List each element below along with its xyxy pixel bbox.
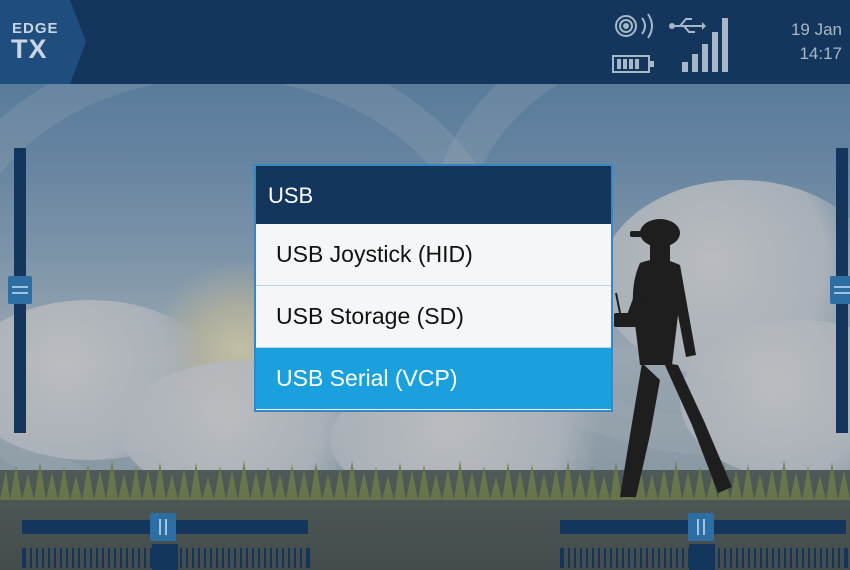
trim-grip-icon — [159, 519, 167, 535]
trim-grip-icon — [12, 286, 28, 294]
right-trim-knob[interactable] — [830, 276, 850, 304]
menu-item-usb-serial[interactable]: USB Serial (VCP) — [256, 348, 611, 409]
bottom-right-trim-knob[interactable] — [688, 513, 714, 541]
signal-strength-icon — [682, 18, 728, 72]
edgetx-logo-button[interactable]: EDGE TX — [0, 0, 90, 84]
battery-icon — [612, 55, 654, 73]
bottom-left-slider-knob[interactable] — [152, 544, 178, 570]
bottom-right-slider-knob[interactable] — [689, 544, 715, 570]
menu-item-usb-storage[interactable]: USB Storage (SD) — [256, 286, 611, 348]
menu-item-usb-joystick[interactable]: USB Joystick (HID) — [256, 224, 611, 286]
time-label: 14:17 — [799, 44, 842, 63]
popup-title: USB — [256, 166, 611, 224]
usb-mode-popup: USB USB Joystick (HID) USB Storage (SD) … — [254, 164, 613, 412]
trim-grip-icon — [834, 286, 850, 294]
trim-grip-icon — [697, 519, 705, 535]
left-trim-knob[interactable] — [8, 276, 32, 304]
radio-signal-icon — [615, 13, 653, 39]
logo-text-bottom: TX — [11, 34, 48, 64]
bottom-left-trim-knob[interactable] — [150, 513, 176, 541]
date-label: 19 Jan — [790, 20, 842, 39]
top-status-bar: EDGE TX 19 Jan 14:17 — [0, 0, 850, 84]
